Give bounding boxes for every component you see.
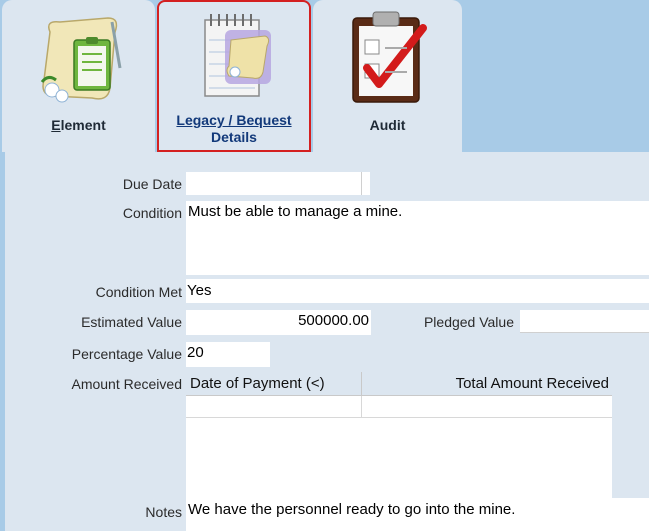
due-date-field-end [362,172,370,195]
condition-field[interactable]: Must be able to manage a mine. [186,201,649,275]
checklist-clipboard-icon [352,11,427,103]
condition-label: Condition [122,205,182,221]
tab-legacy-label-line1: Legacy / Bequest [176,112,292,128]
pledged-value-label: Pledged Value [423,314,514,330]
column-header-total-amount-received[interactable]: Total Amount Received [362,372,612,396]
tab-legacy-bequest-details[interactable]: Legacy / Bequest Details [157,0,311,152]
tab-legacy-label: Legacy / Bequest Details [159,112,309,146]
percentage-value-field[interactable]: 20 [186,342,270,367]
notepad-scroll-icon [204,14,271,97]
tab-audit[interactable]: Audit [313,0,462,152]
condition-met-field[interactable]: Yes [186,279,649,303]
amount-received-label: Amount Received [71,376,182,392]
table-cell[interactable] [362,396,612,418]
notes-field[interactable]: We have the personnel ready to go into t… [186,498,649,531]
tab-audit-label: Audit [369,117,406,133]
estimated-value-field[interactable]: 500000.00 [186,310,371,335]
tab-element-label: Element [51,117,106,133]
table-cell[interactable] [186,396,362,418]
pledged-value-field[interactable] [520,310,649,333]
percentage-value-label: Percentage Value [71,346,182,362]
scroll-clipboard-icon [40,17,122,103]
table-header-filler [612,372,649,396]
amount-received-table: Date of Payment (<) Total Amount Receive… [186,372,612,500]
tab-legacy-label-line2: Details [211,129,257,145]
due-date-label: Due Date [122,176,182,192]
condition-met-label: Condition Met [95,284,182,300]
notes-label: Notes [145,504,182,520]
due-date-field[interactable] [186,172,362,195]
column-header-date-of-payment[interactable]: Date of Payment (<) [186,372,362,396]
tab-element[interactable]: Element [2,0,155,152]
estimated-value-label: Estimated Value [81,314,182,330]
